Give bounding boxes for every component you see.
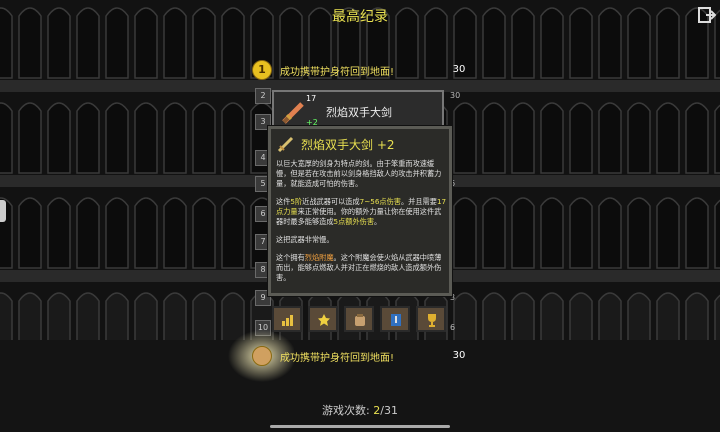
enchant-paragraph: 这个拥有烈焰附魔。这个附魔会使火焰从武器中喷薄而出，能够点燃敌人并对正在燃烧的敌… xyxy=(276,253,442,282)
score-badge: 30 xyxy=(452,350,466,361)
rank-score: 6 xyxy=(450,323,456,332)
games-label: 游戏次数: xyxy=(322,404,370,417)
amulet-icon xyxy=(252,346,272,366)
record-description: 成功携带护身符回到地面! xyxy=(280,67,395,78)
wall-arch xyxy=(76,102,100,174)
wall-arch xyxy=(714,104,720,174)
wall-arch xyxy=(134,197,158,269)
wall-arch xyxy=(569,102,593,174)
wall-arch xyxy=(627,102,651,174)
wall-arch xyxy=(134,102,158,174)
greatsword-icon xyxy=(282,102,304,124)
wall-arch xyxy=(511,102,535,174)
item-info-popup[interactable]: 烈焰双手大剑 +2 以巨大宽厚的剑身为特点的剑。由于笨重而攻速缓慢，但是若在攻击… xyxy=(268,126,452,296)
wall-arch xyxy=(47,197,71,269)
games-total: 31 xyxy=(383,404,398,417)
record-description: 成功携带护身符回到地面! xyxy=(280,353,395,364)
wall-arch xyxy=(163,197,187,269)
item-slot[interactable]: 17 +2 烈焰双手大剑 xyxy=(272,90,444,130)
wall-arch xyxy=(540,197,564,269)
tab-badges[interactable] xyxy=(308,306,338,332)
wall-arch xyxy=(453,102,477,174)
wall-arch xyxy=(598,102,622,174)
wall-arch xyxy=(105,197,129,269)
wall-arch xyxy=(598,197,622,269)
wall-arch xyxy=(192,197,216,269)
wall-arch xyxy=(192,102,216,174)
wall-arch xyxy=(0,102,13,174)
trophy-icon xyxy=(428,314,436,327)
page-title: 最高纪录 xyxy=(332,9,388,25)
tab-catalog[interactable] xyxy=(380,306,410,332)
wall-arch xyxy=(685,102,709,174)
backpack-icon xyxy=(355,314,365,326)
wall-arch xyxy=(76,197,100,269)
wall-arch xyxy=(221,197,245,269)
side-drawer-handle[interactable] xyxy=(0,200,6,222)
wall-arch xyxy=(163,102,187,174)
wall-arch xyxy=(18,102,42,174)
wall-arch xyxy=(47,102,71,174)
journal-tab-bar xyxy=(270,306,450,334)
games-played: 游戏次数: 2/31 xyxy=(0,402,720,418)
exit-icon[interactable] xyxy=(698,6,716,24)
wall-arch xyxy=(569,197,593,269)
stats-paragraph: 这件5阶近战武器可以造成7~56点伤害。并且需要17点力量来正常使用。你的额外力… xyxy=(276,197,447,226)
wall-arch xyxy=(656,102,680,174)
wall-arch xyxy=(453,197,477,269)
wall-arch xyxy=(511,197,535,269)
score-badge: 30 xyxy=(452,64,466,75)
wall-arch xyxy=(714,199,720,269)
wall-arch xyxy=(627,197,651,269)
popup-title: 烈焰双手大剑 +2 xyxy=(301,138,395,152)
greatsword-icon xyxy=(277,136,294,153)
popup-description: 以巨大宽厚的剑身为特点的剑。由于笨重而攻速缓慢，但是若在攻击前以剑身格挡敌人的攻… xyxy=(276,159,448,291)
rank-number[interactable]: 2 xyxy=(255,88,271,104)
home-indicator xyxy=(270,425,450,428)
rank-score: 30 xyxy=(450,91,461,100)
item-level: 17 xyxy=(306,94,317,103)
wall-arch xyxy=(482,197,506,269)
star-icon xyxy=(318,314,330,326)
wall-arch xyxy=(656,197,680,269)
wall-arch xyxy=(540,102,564,174)
record-row-1[interactable]: 1 成功携带护身符回到地面! 30 xyxy=(250,60,470,82)
description-paragraph: 以巨大宽厚的剑身为特点的剑。由于笨重而攻速缓慢，但是若在攻击前以剑身格挡敌人的攻… xyxy=(276,159,442,188)
speed-paragraph: 这把武器非常慢。 xyxy=(276,235,334,244)
wall-arch xyxy=(482,102,506,174)
wall-arch xyxy=(105,102,129,174)
record-row-latest[interactable]: 成功携带护身符回到地面! 30 xyxy=(228,330,470,382)
item-name: 烈焰双手大剑 xyxy=(326,106,392,119)
wall-arch xyxy=(18,197,42,269)
tab-trophies[interactable] xyxy=(416,306,446,332)
book-icon xyxy=(391,314,401,326)
gold-medal-icon: 1 xyxy=(252,60,272,80)
tab-items[interactable] xyxy=(344,306,374,332)
wall-arch xyxy=(685,197,709,269)
wall-arch xyxy=(221,102,245,174)
